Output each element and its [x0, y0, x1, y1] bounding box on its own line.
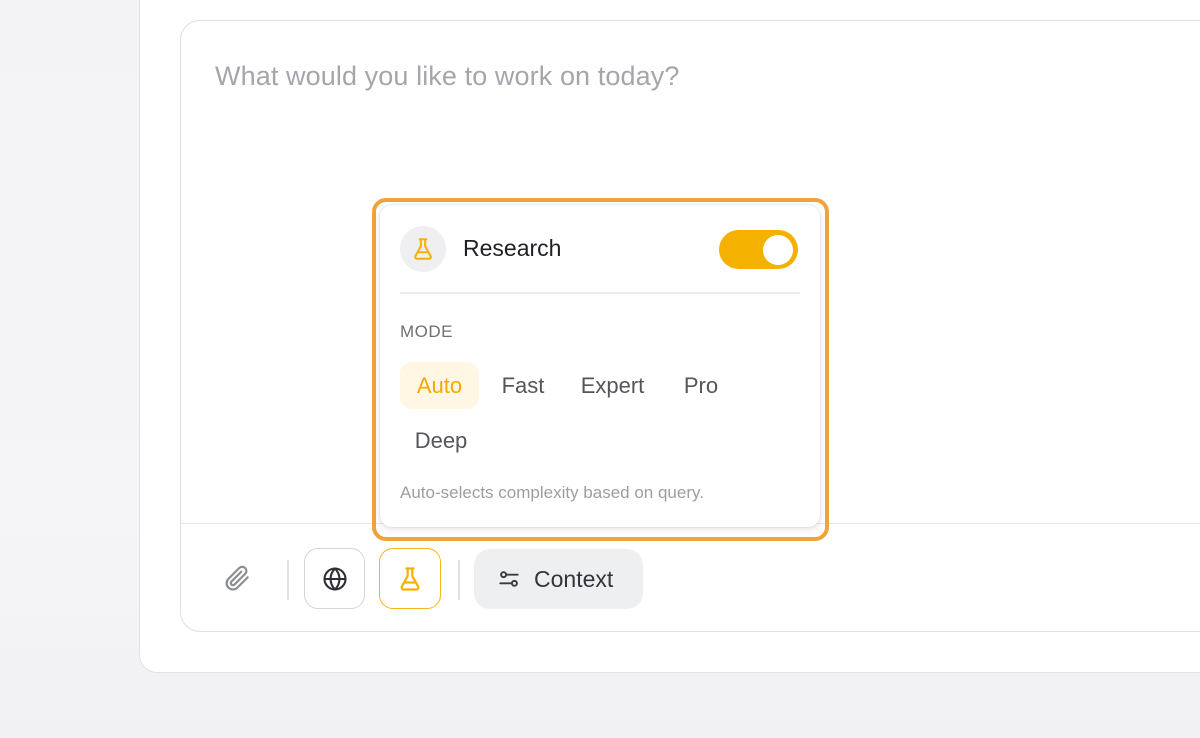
research-button[interactable] [379, 548, 441, 609]
research-icon-badge [400, 226, 446, 272]
mode-heading: MODE [400, 322, 453, 341]
toggle-knob [763, 234, 793, 265]
mode-option-auto[interactable]: Auto [400, 362, 479, 409]
flask-icon [414, 238, 432, 260]
web-search-button[interactable] [304, 548, 365, 609]
mode-option-deep[interactable]: Deep [402, 417, 480, 464]
paperclip-icon [225, 565, 249, 591]
context-label: Context [534, 565, 614, 592]
globe-icon [322, 566, 347, 591]
context-button[interactable]: Context [474, 549, 643, 609]
flask-icon [400, 566, 420, 591]
attach-button[interactable] [217, 558, 257, 598]
prompt-input[interactable]: What would you like to work on today? [215, 61, 679, 92]
research-title: Research [463, 235, 562, 261]
sliders-icon [499, 571, 519, 587]
research-toggle[interactable] [719, 230, 798, 269]
mode-option-pro[interactable]: Pro [667, 362, 735, 409]
toolbar-separator [458, 560, 460, 600]
mode-hint: Auto-selects complexity based on query. [400, 483, 704, 502]
research-popover: Research MODE Auto Fast Expert Pro Deep … [380, 205, 820, 527]
toolbar-separator [287, 560, 289, 600]
mode-option-fast[interactable]: Fast [488, 362, 558, 409]
mode-option-expert[interactable]: Expert [570, 362, 655, 409]
popover-divider [400, 292, 800, 294]
